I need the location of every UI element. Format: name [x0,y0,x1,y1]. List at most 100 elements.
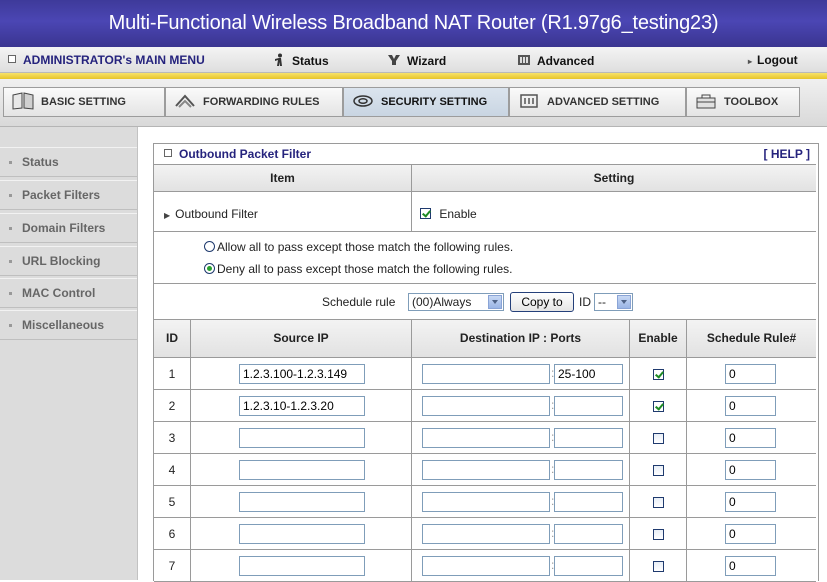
destination-ip-input[interactable] [422,556,550,576]
rule-enable-checkbox[interactable] [653,465,664,476]
main-menu-bar: ADMINISTRATOR's MAIN MENU Status Wizard … [0,47,827,73]
logout-link[interactable]: ▸ Logout [748,53,798,67]
outbound-filter-label: Outbound Filter [175,207,258,221]
destination-ports-input[interactable]: 25-100 [554,364,623,384]
destination-ip-input[interactable] [422,524,550,544]
schedule-rule-input[interactable]: 0 [725,428,776,448]
table-row: 7:0 [154,550,816,582]
tab-basic-setting[interactable]: BASIC SETTING [3,87,165,117]
sidebar-item-label: MAC Control [22,286,96,300]
sidebar-item-label: Miscellaneous [22,318,105,332]
page-title: Multi-Functional Wireless Broadband NAT … [108,12,719,34]
destination-ports-input[interactable] [554,524,623,544]
table-row: 2 1.2.3.10-1.2.3.20:0 [154,390,816,422]
chevron-down-icon [488,295,502,309]
allow-policy-option[interactable]: Allow all to pass except those match the… [204,240,513,254]
panel-title-text: Outbound Packet Filter [179,147,312,161]
tab-toolbox-label: TOOLBOX [724,96,779,108]
sidebar-item-mac-control[interactable]: MAC Control [0,278,137,308]
source-ip-input[interactable] [239,492,365,512]
destination-ip-input[interactable] [422,492,550,512]
schedule-rule-input[interactable]: 0 [725,492,776,512]
bullet-icon [9,292,12,295]
security-icon [353,95,373,107]
tab-security-setting[interactable]: SECURITY SETTING [343,87,509,117]
id-label: ID [579,295,591,309]
rule-enable-checkbox[interactable] [653,369,664,380]
item-setting-header: Item Setting [154,165,816,192]
sidebar-item-packet-filters[interactable]: Packet Filters [0,180,137,210]
outbound-filter-enable-checkbox[interactable] [420,208,431,219]
outbound-filter-panel: Outbound Packet Filter [ HELP ] Item Set… [153,143,819,582]
enable-column-header: Enable [638,331,678,345]
rule-id: 5 [168,495,176,509]
deny-policy-radio[interactable] [204,263,215,274]
destination-ip-input[interactable] [422,396,550,416]
setting-column-header: Setting [593,171,635,185]
sidebar-item-miscellaneous[interactable]: Miscellaneous [0,310,137,340]
sidebar-item-label: Packet Filters [22,188,101,202]
wizard-menu-link[interactable]: Wizard [387,53,446,68]
source-ip-input[interactable] [239,556,365,576]
schedule-rule-input[interactable]: 0 [725,396,776,416]
destination-ip-input[interactable] [422,364,550,384]
source-ip-input[interactable] [239,460,365,480]
square-bullet-icon [164,149,172,157]
logout-label: Logout [757,53,798,67]
bullet-icon [9,324,12,327]
copy-to-button[interactable]: Copy to [510,292,574,312]
destination-ports-input[interactable] [554,556,623,576]
outbound-filter-row: ▶ Outbound Filter Enable [154,192,816,232]
destination-ip-input[interactable] [422,428,550,448]
destination-ports-input[interactable] [554,396,623,416]
rule-enable-checkbox[interactable] [653,529,664,540]
rule-enable-checkbox[interactable] [653,561,664,572]
rule-enable-checkbox[interactable] [653,497,664,508]
tab-forwarding-rules[interactable]: FORWARDING RULES [165,87,343,117]
wizard-menu-label: Wizard [407,54,447,68]
source-ip-input[interactable]: 1.2.3.100-1.2.3.149 [239,364,365,384]
outbound-filter-setting: Enable [420,192,800,231]
help-link[interactable]: [ HELP ] [764,147,810,161]
item-column-header: Item [270,171,295,185]
schedule-rule-select[interactable]: (00)Always [408,293,504,311]
source-ip-column-header: Source IP [273,331,329,345]
source-ip-input[interactable] [239,524,365,544]
rule-id: 1 [168,367,176,381]
schedule-column-header: Schedule Rule# [706,331,797,345]
schedule-rule-input[interactable]: 0 [725,460,776,480]
tab-toolbox[interactable]: TOOLBOX [686,87,800,117]
chevron-down-icon [617,295,631,309]
schedule-rule-input[interactable]: 0 [725,524,776,544]
schedule-rule-value: (00)Always [412,295,472,309]
id-select[interactable]: -- [594,293,633,311]
enable-label: Enable [439,207,477,221]
destination-ip-input[interactable] [422,460,550,480]
source-ip-input[interactable]: 1.2.3.10-1.2.3.20 [239,396,365,416]
deny-policy-option[interactable]: Deny all to pass except those match the … [204,262,513,276]
destination-ports-input[interactable] [554,428,623,448]
admin-main-menu-label: ADMINISTRATOR's MAIN MENU [23,53,205,67]
destination-ports-input[interactable] [554,460,623,480]
rules-table-header: ID Source IP Destination IP : Ports Enab… [154,320,816,358]
admin-main-menu-link[interactable]: ADMINISTRATOR's MAIN MENU [8,53,205,67]
tab-advanced-setting[interactable]: ADVANCED SETTING [509,87,686,117]
advanced-setting-icon [520,94,538,108]
sidebar-item-domain-filters[interactable]: Domain Filters [0,213,137,243]
sidebar-item-url-blocking[interactable]: URL Blocking [0,246,137,276]
sidebar-item-status[interactable]: Status [0,147,137,177]
schedule-rule-input[interactable]: 0 [725,556,776,576]
schedule-row: Schedule rule (00)Always Copy to ID -- [154,284,816,320]
rule-id: 2 [168,399,176,413]
deny-policy-label: Deny all to pass except those match the … [217,262,513,276]
schedule-rule-input[interactable]: 0 [725,364,776,384]
rule-enable-checkbox[interactable] [653,401,664,412]
rule-enable-checkbox[interactable] [653,433,664,444]
title-bar: Multi-Functional Wireless Broadband NAT … [0,0,827,47]
source-ip-input[interactable] [239,428,365,448]
destination-ports-input[interactable] [554,492,623,512]
advanced-menu-link[interactable]: Advanced [517,53,594,68]
rule-id: 7 [168,559,176,573]
allow-policy-radio[interactable] [204,241,215,252]
status-menu-link[interactable]: Status [272,53,329,68]
